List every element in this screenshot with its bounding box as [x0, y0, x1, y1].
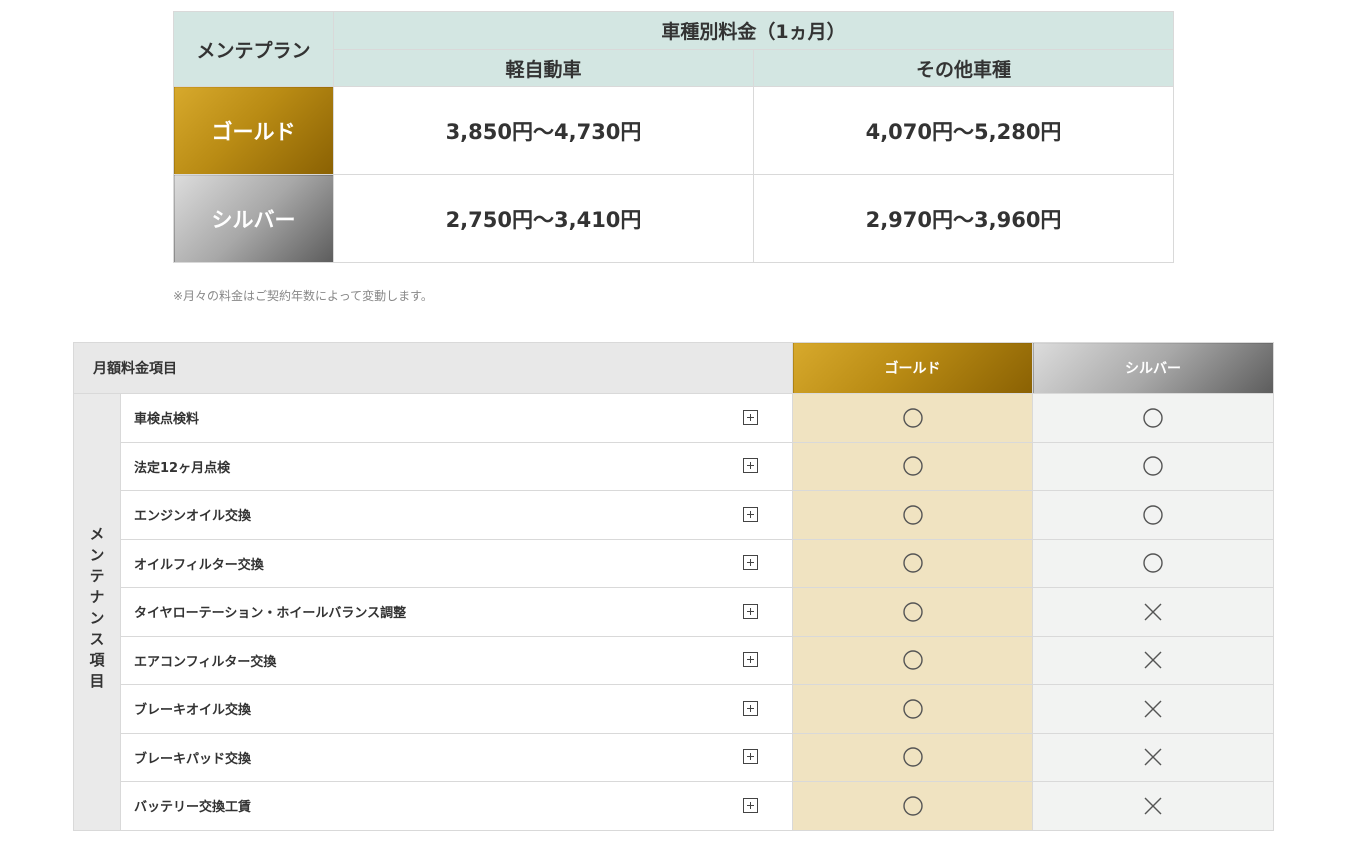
- feature-header-gold: ゴールド: [792, 342, 1033, 394]
- expand-plus-icon[interactable]: [743, 458, 758, 474]
- expand-plus-icon[interactable]: [743, 603, 758, 619]
- price-gold-kei: 3,850円～4,730円: [333, 86, 754, 175]
- item-label-cell: エンジンオイル交換: [120, 490, 793, 540]
- plan-gold: ゴールド: [173, 86, 334, 175]
- item-label-cell: 車検点検料: [120, 393, 793, 443]
- item-label: 車検点検料: [134, 412, 200, 428]
- silver-cross-icon: [1032, 732, 1274, 782]
- category-label: メンテナンス項目: [73, 393, 121, 831]
- gold-circle-icon: [792, 393, 1033, 443]
- price-gold-other: 4,070円～5,280円: [752, 86, 1175, 175]
- silver-circle-icon: [1032, 393, 1274, 443]
- fee-header: 車種別料金（1ヵ月）: [332, 11, 1175, 50]
- table-row: バッテリー交換工賃: [74, 781, 1274, 831]
- item-label: エンジンオイル交換: [134, 509, 252, 525]
- gold-circle-icon: [792, 684, 1033, 734]
- gold-circle-icon: [792, 441, 1033, 491]
- item-label: ブレーキオイル交換: [134, 703, 252, 719]
- item-label: エアコンフィルター交換: [134, 654, 277, 670]
- plan-header: メンテプラン: [173, 11, 334, 87]
- feature-table: 月額料金項目 ゴールド シルバー メンテナンス項目 車検点検料法定12ヶ月点検エン…: [73, 342, 1274, 831]
- item-label-cell: ブレーキオイル交換: [120, 684, 793, 734]
- gold-circle-icon: [792, 635, 1033, 685]
- item-label-cell: タイヤローテーション・ホイールバランス調整: [120, 587, 793, 637]
- item-label-cell: 法定12ヶ月点検: [120, 441, 793, 491]
- price-note: ※月々の料金はご契約年数によって変動します。: [173, 289, 433, 303]
- silver-cross-icon: [1032, 587, 1274, 637]
- price-table: メンテプラン 車種別料金（1ヵ月） 軽自動車 その他車種 ゴールド 3,850円…: [173, 11, 1175, 263]
- vehicle-type-other: その他車種: [752, 49, 1175, 87]
- expand-plus-icon[interactable]: [743, 700, 758, 716]
- price-row-gold: ゴールド 3,850円～4,730円 4,070円～5,280円: [173, 86, 1175, 175]
- expand-plus-icon[interactable]: [743, 652, 758, 668]
- feature-header-silver: シルバー: [1032, 342, 1274, 394]
- silver-circle-icon: [1032, 490, 1274, 540]
- table-row: エンジンオイル交換: [74, 490, 1274, 540]
- item-label: ブレーキパッド交換: [134, 751, 252, 767]
- expand-plus-icon[interactable]: [743, 749, 758, 765]
- item-label: オイルフィルター交換: [134, 557, 264, 573]
- gold-circle-icon: [792, 732, 1033, 782]
- table-row: オイルフィルター交換: [74, 538, 1274, 588]
- gold-circle-icon: [792, 490, 1033, 540]
- price-silver-other: 2,970円～3,960円: [752, 174, 1175, 263]
- silver-cross-icon: [1032, 781, 1274, 831]
- table-row: ブレーキオイル交換: [74, 684, 1274, 734]
- category-label-text: メンテナンス項目: [87, 525, 106, 694]
- table-row: ブレーキパッド交換: [74, 732, 1274, 782]
- silver-circle-icon: [1032, 538, 1274, 588]
- plan-silver: シルバー: [173, 174, 334, 263]
- price-row-silver: シルバー 2,750円～3,410円 2,970円～3,960円: [173, 174, 1175, 263]
- silver-cross-icon: [1032, 635, 1274, 685]
- item-label-cell: バッテリー交換工賃: [120, 781, 793, 831]
- item-label-cell: エアコンフィルター交換: [120, 635, 793, 685]
- table-row: エアコンフィルター交換: [74, 635, 1274, 685]
- item-label: 法定12ヶ月点検: [134, 460, 231, 476]
- table-row: 法定12ヶ月点検: [74, 441, 1274, 491]
- vehicle-type-kei: 軽自動車: [333, 49, 754, 87]
- expand-plus-icon[interactable]: [743, 555, 758, 571]
- price-silver-kei: 2,750円～3,410円: [333, 174, 754, 263]
- table-row: タイヤローテーション・ホイールバランス調整: [74, 587, 1274, 637]
- silver-circle-icon: [1032, 441, 1274, 491]
- gold-circle-icon: [792, 587, 1033, 637]
- table-row: メンテナンス項目 車検点検料: [73, 393, 1274, 831]
- expand-plus-icon[interactable]: [743, 797, 758, 813]
- item-label: バッテリー交換工賃: [134, 800, 252, 816]
- item-label-cell: ブレーキパッド交換: [120, 732, 793, 782]
- gold-circle-icon: [792, 538, 1033, 588]
- silver-cross-icon: [1032, 684, 1274, 734]
- item-label-cell: オイルフィルター交換: [120, 538, 793, 588]
- feature-header-label: 月額料金項目: [73, 342, 793, 394]
- expand-plus-icon[interactable]: [743, 506, 758, 522]
- gold-circle-icon: [792, 781, 1033, 831]
- item-label: タイヤローテーション・ホイールバランス調整: [134, 606, 407, 622]
- expand-plus-icon[interactable]: [743, 409, 758, 425]
